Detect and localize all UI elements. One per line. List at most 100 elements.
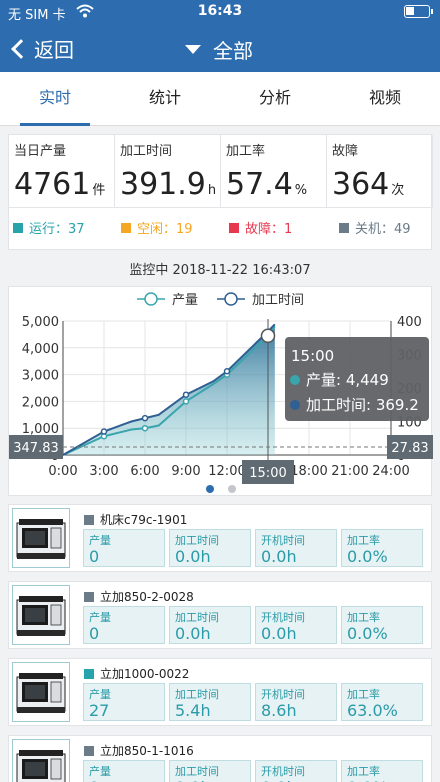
machine-name-text: 机床c79c-1901 xyxy=(100,513,188,527)
status-square-icon xyxy=(84,668,94,679)
machine-card[interactable]: 机床c79c-1901 产量 0 加工时间 0.0h 开机时间 0.0h 加工率 0.0% xyxy=(8,504,432,572)
stat-value: 27 xyxy=(89,701,110,720)
stat-label: 产量 xyxy=(89,534,111,547)
machine-stat-machining-time: 加工时间0.0h xyxy=(169,760,251,782)
state-fault[interactable]: 故障：1 xyxy=(229,218,292,237)
metric-machining-time: 加工时间 391.9 h xyxy=(115,135,221,207)
stat-label: 加工率 xyxy=(347,688,380,701)
stat-value: 0.0% xyxy=(347,547,388,566)
metric-label: 当日产量 xyxy=(14,144,67,159)
machine-card[interactable]: 立加850-1-1016产量0加工时间0.0h开机时间0.0h加工率0.0% xyxy=(8,735,432,782)
status-square-icon xyxy=(229,222,239,233)
y-tick-label-right: 400 xyxy=(397,315,422,330)
stat-value: 0.0h xyxy=(261,547,297,566)
cursor-value-left: 347.83 xyxy=(13,441,59,456)
tooltip-title: 15:00 xyxy=(291,347,334,365)
machine-thumbnail xyxy=(12,508,70,568)
machine-stat-power-on-time: 开机时间 8.6h xyxy=(255,683,337,721)
stat-value: 63.0% xyxy=(347,701,398,720)
back-label: 返回 xyxy=(34,38,74,62)
metric-label: 加工时间 xyxy=(120,144,173,159)
tooltip-row: 加工时间: 369.2 xyxy=(306,396,419,414)
scope-dropdown[interactable]: 全部 xyxy=(185,35,253,64)
stat-value: 0.0h xyxy=(261,624,297,643)
stat-label: 开机时间 xyxy=(261,765,305,778)
machine-card[interactable]: 立加1000-0022 产量 27 加工时间 5.4h 开机时间 8.6h 加工率 63.0% xyxy=(8,658,432,726)
stat-value: 0.0h xyxy=(261,778,297,782)
machine-stat-rate: 加工率0.0% xyxy=(341,529,423,567)
x-tick-label: 6:00 xyxy=(130,464,159,479)
machine-stat-output: 产量0 xyxy=(83,760,165,782)
status-square-icon xyxy=(84,514,94,525)
metric-machining-rate: 加工率 57.4% xyxy=(221,135,327,207)
clock: 16:43 xyxy=(197,3,243,19)
tab-bar: 实时 统计 分析 视频 xyxy=(0,72,440,126)
machine-stat-power-on-time: 开机时间0.0h xyxy=(255,606,337,644)
machine-card[interactable]: 立加850-2-0028 产量 0 加工时间 0.0h 开机时间 0.0h 加工率 0.0% xyxy=(8,581,432,649)
status-bar: 无 SIM 卡 16:43 xyxy=(0,0,440,24)
chart-card: 产量加工时间01,0002,0003,0004,0005,00001002003… xyxy=(8,286,433,497)
metric-value: 4761 件 xyxy=(14,167,106,202)
machine-name: 机床c79c-1901 xyxy=(84,511,187,528)
stat-value: 5.4h xyxy=(175,701,211,720)
status-square-icon xyxy=(84,591,94,602)
stat-label: 产量 xyxy=(89,611,111,624)
stat-label: 产量 xyxy=(89,688,111,701)
y-tick-label-left: 3,000 xyxy=(22,369,59,384)
y-tick-label-left: 2,000 xyxy=(22,395,59,410)
machine-name: 立加850-2-0028 xyxy=(84,588,194,605)
stat-value: 0.0h xyxy=(175,547,211,566)
stat-label: 产量 xyxy=(89,765,111,778)
metric-label: 故障 xyxy=(332,144,359,159)
stat-label: 加工时间 xyxy=(175,534,219,547)
machine-stat-output: 产量0 xyxy=(83,606,165,644)
nav-bar: 返回 全部 xyxy=(0,24,440,72)
stat-value: 0.0% xyxy=(347,624,388,643)
metric-faults: 故障 364 次 xyxy=(327,135,433,207)
data-point xyxy=(182,398,190,405)
state-idle[interactable]: 空闲：19 xyxy=(121,218,193,237)
page-dot[interactable] xyxy=(206,485,214,493)
tooltip-marker xyxy=(290,400,300,410)
stat-label: 加工时间 xyxy=(175,688,219,701)
status-square-icon xyxy=(13,222,23,233)
cursor-marker xyxy=(260,328,276,344)
stat-label: 加工时间 xyxy=(175,765,219,778)
tab-realtime[interactable]: 实时 xyxy=(0,72,110,126)
tab-statistics[interactable]: 统计 xyxy=(110,72,220,125)
line-chart[interactable]: 产量加工时间01,0002,0003,0004,0005,00001002003… xyxy=(9,287,433,497)
machine-stat-machining-time: 加工时间0.0h xyxy=(169,606,251,644)
state-running[interactable]: 运行：37 xyxy=(13,218,85,237)
metric-value: 364 次 xyxy=(332,167,405,202)
x-tick-label: 21:00 xyxy=(331,464,368,479)
y-tick-label-left: 1,000 xyxy=(22,422,59,437)
x-tick-label: 0:00 xyxy=(48,464,77,479)
metric-daily-output: 当日产量 4761 件 xyxy=(9,135,115,207)
tooltip-marker xyxy=(290,375,300,385)
divider xyxy=(9,207,433,208)
back-button[interactable]: 返回 xyxy=(10,34,74,63)
legend-label: 加工时间 xyxy=(252,293,304,308)
machine-stat-machining-time: 加工时间 5.4h xyxy=(169,683,251,721)
machine-name-text: 立加850-1-1016 xyxy=(100,744,194,758)
monitor-status: 监控中 2018-11-22 16:43:07 xyxy=(129,263,311,278)
stat-label: 加工率 xyxy=(347,534,380,547)
x-tick-label: 3:00 xyxy=(89,464,118,479)
state-off[interactable]: 关机：49 xyxy=(339,218,411,237)
scope-title: 全部 xyxy=(213,39,253,63)
machine-stat-power-on-time: 开机时间0.0h xyxy=(255,760,337,782)
machine-name-text: 立加850-2-0028 xyxy=(100,590,194,604)
metric-value: 57.4% xyxy=(226,167,308,202)
tooltip-row: 产量: 4,449 xyxy=(306,371,389,389)
tab-analysis[interactable]: 分析 xyxy=(220,72,330,125)
machine-stat-machining-time: 加工时间0.0h xyxy=(169,529,251,567)
x-tick-label: 24:00 xyxy=(372,464,409,479)
x-tick-label: 9:00 xyxy=(171,464,200,479)
page-dot[interactable] xyxy=(228,485,236,493)
data-point xyxy=(141,424,149,432)
stat-value: 0 xyxy=(89,547,100,566)
tab-video[interactable]: 视频 xyxy=(330,72,440,125)
status-square-icon xyxy=(121,222,131,233)
stat-label: 加工率 xyxy=(347,611,380,624)
cursor-value-right: 27.83 xyxy=(391,441,428,456)
